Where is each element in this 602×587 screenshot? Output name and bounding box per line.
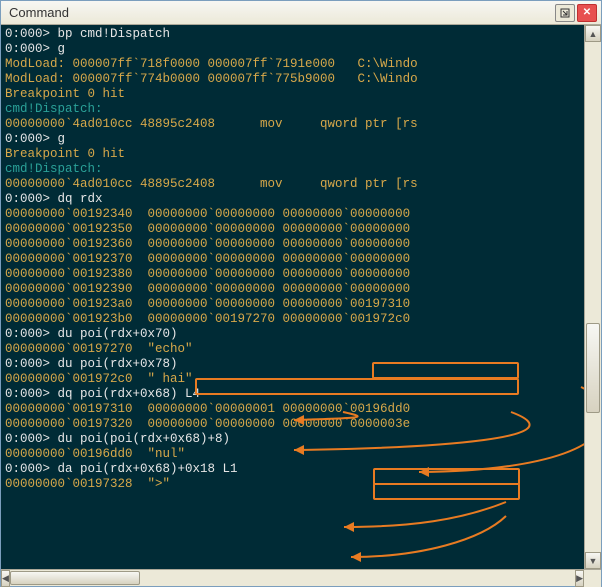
console-line: 0:000> du poi(poi(rdx+0x68)+8)	[5, 432, 580, 447]
console-line: 0:000> dq poi(rdx+0x68) L4	[5, 387, 580, 402]
console-line: 00000000`00197328 ">"	[5, 477, 580, 492]
content-area: 0:000> bp cmd!Dispatch0:000> gModLoad: 0…	[1, 25, 601, 569]
console-line: 0:000> bp cmd!Dispatch	[5, 27, 580, 42]
console-line: 00000000`00192370 00000000`00000000 0000…	[5, 252, 580, 267]
close-button[interactable]: ✕	[577, 4, 597, 22]
console-line: 0:000> g	[5, 42, 580, 57]
console-line: 0:000> du poi(rdx+0x70)	[5, 327, 580, 342]
console-line: 00000000`001923a0 00000000`00000000 0000…	[5, 297, 580, 312]
console-line: 00000000`00192390 00000000`00000000 0000…	[5, 282, 580, 297]
scroll-thumb-horizontal[interactable]	[10, 571, 140, 585]
console-line: cmd!Dispatch:	[5, 162, 580, 177]
console-line: 00000000`001972c0 " hai"	[5, 372, 580, 387]
titlebar-buttons: ✕	[555, 4, 597, 22]
console-line: 00000000`00192340 00000000`00000000 0000…	[5, 207, 580, 222]
console-line: 00000000`001923b0 00000000`00197270 0000…	[5, 312, 580, 327]
console-line: 00000000`00197270 "echo"	[5, 342, 580, 357]
console-line: 00000000`00197320 00000000`00000000 0000…	[5, 417, 580, 432]
scroll-left-button[interactable]: ◀	[1, 570, 10, 587]
console-line: 0:000> dq rdx	[5, 192, 580, 207]
scroll-track-vertical[interactable]	[585, 42, 601, 552]
console-line: ModLoad: 000007ff`774b0000 000007ff`775b…	[5, 72, 580, 87]
console-output[interactable]: 0:000> bp cmd!Dispatch0:000> gModLoad: 0…	[1, 25, 584, 569]
scroll-down-button[interactable]: ▼	[585, 552, 601, 569]
console-line: 00000000`4ad010cc 48895c2408 mov qword p…	[5, 117, 580, 132]
console-line: 0:000> du poi(rdx+0x78)	[5, 357, 580, 372]
console-line: 00000000`00192350 00000000`00000000 0000…	[5, 222, 580, 237]
console-line: 0:000> g	[5, 132, 580, 147]
console-line: 00000000`00196dd0 "nul"	[5, 447, 580, 462]
console-line: cmd!Dispatch:	[5, 102, 580, 117]
titlebar: Command ✕	[1, 1, 601, 25]
console-line: Breakpoint 0 hit	[5, 87, 580, 102]
scroll-right-button[interactable]: ▶	[575, 570, 584, 587]
console-line: 0:000> da poi(rdx+0x68)+0x18 L1	[5, 462, 580, 477]
scroll-track-horizontal[interactable]	[10, 570, 575, 586]
console-line: 00000000`00197310 00000000`00000001 0000…	[5, 402, 580, 417]
console-line: Breakpoint 0 hit	[5, 147, 580, 162]
console-line: ModLoad: 000007ff`718f0000 000007ff`7191…	[5, 57, 580, 72]
vertical-scrollbar[interactable]: ▲ ▼	[584, 25, 601, 569]
horizontal-scrollbar[interactable]: ◀ ▶	[1, 569, 601, 586]
console-line: 00000000`00192380 00000000`00000000 0000…	[5, 267, 580, 282]
window-title: Command	[9, 5, 555, 20]
console-line: 00000000`00192360 00000000`00000000 0000…	[5, 237, 580, 252]
scroll-thumb-vertical[interactable]	[586, 323, 600, 413]
scrollbar-corner	[584, 570, 601, 587]
console-line: 00000000`4ad010cc 48895c2408 mov qword p…	[5, 177, 580, 192]
command-window: Command ✕ 0:000> bp cmd!Dispatch0:000> g…	[0, 0, 602, 587]
undock-button[interactable]	[555, 4, 575, 22]
scroll-up-button[interactable]: ▲	[585, 25, 601, 42]
